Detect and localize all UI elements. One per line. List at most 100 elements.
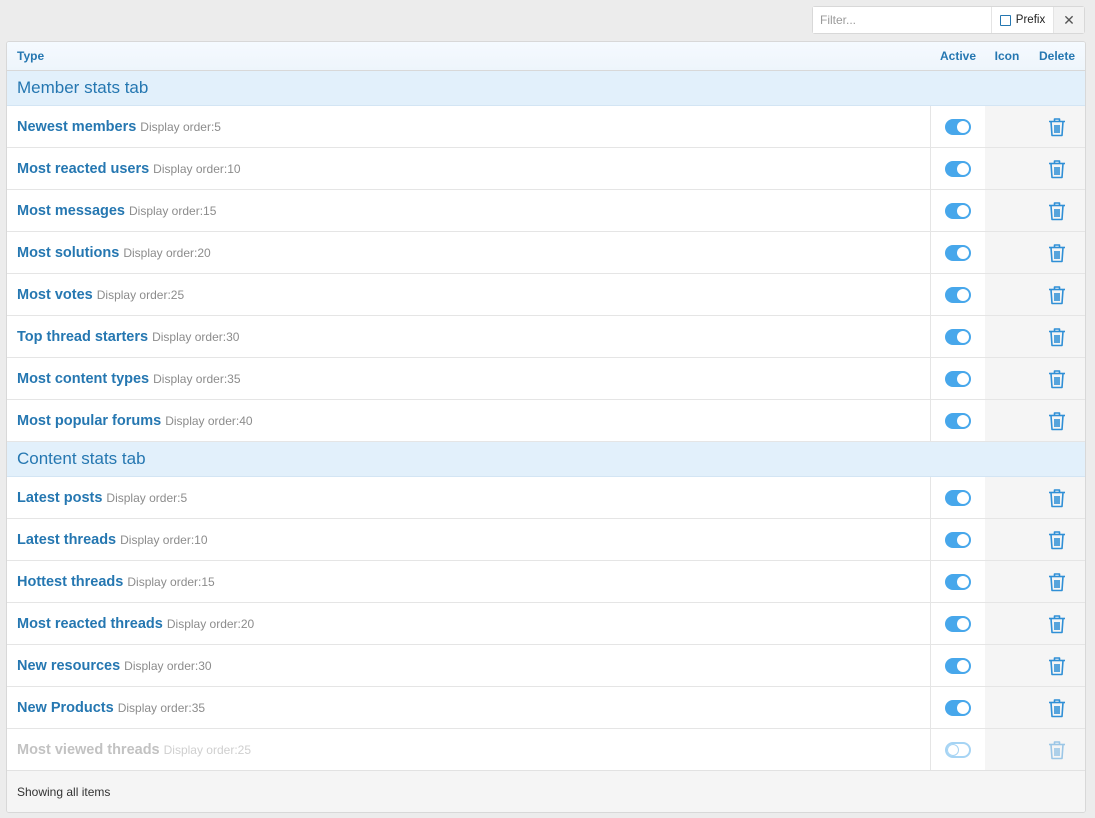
row-icon-cell xyxy=(985,687,1029,728)
table-row: Most reacted threads Display order:20 xyxy=(7,603,1085,645)
active-toggle[interactable] xyxy=(945,699,971,716)
active-toggle[interactable] xyxy=(945,412,971,429)
stats-table-panel: Type Active Icon Delete Member stats tab… xyxy=(6,41,1086,813)
active-toggle[interactable] xyxy=(945,489,971,506)
row-type-cell: Most votes Display order:25 xyxy=(7,274,931,315)
row-type-cell: Most reacted threads Display order:20 xyxy=(7,603,931,644)
row-title-link[interactable]: Most reacted threads xyxy=(17,616,163,632)
row-display-order: Display order:5 xyxy=(140,119,221,134)
row-active-cell xyxy=(931,729,985,770)
active-toggle[interactable] xyxy=(945,657,971,674)
active-toggle[interactable] xyxy=(945,615,971,632)
row-active-cell xyxy=(931,603,985,644)
active-toggle[interactable] xyxy=(945,573,971,590)
group-header: Content stats tab xyxy=(7,442,1085,477)
active-toggle[interactable] xyxy=(945,244,971,261)
trash-icon xyxy=(1048,530,1066,550)
row-active-cell xyxy=(931,316,985,357)
row-icon-cell xyxy=(985,358,1029,399)
row-icon-cell xyxy=(985,729,1029,770)
row-icon-cell xyxy=(985,561,1029,602)
table-row: New resources Display order:30 xyxy=(7,645,1085,687)
row-icon-cell xyxy=(985,148,1029,189)
delete-button[interactable] xyxy=(1029,477,1085,518)
table-row: Newest members Display order:5 xyxy=(7,106,1085,148)
filter-input[interactable] xyxy=(813,7,992,33)
row-title-link[interactable]: Newest members xyxy=(17,119,136,135)
trash-icon xyxy=(1048,411,1066,431)
row-display-order: Display order:35 xyxy=(153,371,241,386)
delete-button[interactable] xyxy=(1029,729,1085,770)
row-active-cell xyxy=(931,148,985,189)
delete-button[interactable] xyxy=(1029,106,1085,147)
table-row: Most reacted users Display order:10 xyxy=(7,148,1085,190)
row-title-link[interactable]: Most votes xyxy=(17,287,93,303)
row-type-cell: New Products Display order:35 xyxy=(7,687,931,728)
active-toggle[interactable] xyxy=(945,202,971,219)
row-display-order: Display order:10 xyxy=(153,161,241,176)
active-toggle[interactable] xyxy=(945,741,971,758)
table-row: Most solutions Display order:20 xyxy=(7,232,1085,274)
delete-button[interactable] xyxy=(1029,603,1085,644)
row-title-link[interactable]: New Products xyxy=(17,700,114,716)
trash-icon xyxy=(1048,201,1066,221)
delete-button[interactable] xyxy=(1029,358,1085,399)
delete-button[interactable] xyxy=(1029,148,1085,189)
delete-button[interactable] xyxy=(1029,561,1085,602)
clear-filter-button[interactable]: ✕ xyxy=(1054,7,1084,33)
trash-icon xyxy=(1048,159,1066,179)
delete-button[interactable] xyxy=(1029,274,1085,315)
active-toggle[interactable] xyxy=(945,160,971,177)
row-display-order: Display order:30 xyxy=(124,658,212,673)
row-active-cell xyxy=(931,274,985,315)
row-type-cell: Top thread starters Display order:30 xyxy=(7,316,931,357)
trash-icon xyxy=(1048,656,1066,676)
trash-icon xyxy=(1048,740,1066,760)
group-header: Member stats tab xyxy=(7,71,1085,106)
row-display-order: Display order:5 xyxy=(106,490,188,505)
row-display-order: Display order:20 xyxy=(166,616,255,631)
row-title-link[interactable]: Most popular forums xyxy=(17,413,161,429)
delete-button[interactable] xyxy=(1029,190,1085,231)
active-toggle[interactable] xyxy=(945,118,971,135)
row-active-cell xyxy=(931,645,985,686)
row-type-cell: Most popular forums Display order:40 xyxy=(7,400,931,441)
row-icon-cell xyxy=(985,519,1029,560)
header-delete: Delete xyxy=(1038,49,1076,63)
row-title-link[interactable]: Most viewed threads xyxy=(17,742,160,758)
active-toggle[interactable] xyxy=(945,328,971,345)
trash-icon xyxy=(1048,614,1066,634)
row-title-link[interactable]: Latest threads xyxy=(17,532,116,548)
row-icon-cell xyxy=(985,400,1029,441)
row-title-link[interactable]: New resources xyxy=(17,658,120,674)
delete-button[interactable] xyxy=(1029,519,1085,560)
delete-button[interactable] xyxy=(1029,400,1085,441)
table-body: Member stats tab Newest members Display … xyxy=(7,71,1085,771)
row-type-cell: Hottest threads Display order:15 xyxy=(7,561,931,602)
row-title-link[interactable]: Most messages xyxy=(17,203,125,219)
row-title-link[interactable]: Top thread starters xyxy=(17,329,148,345)
close-icon: ✕ xyxy=(1063,11,1075,28)
active-toggle[interactable] xyxy=(945,531,971,548)
prefix-checkbox[interactable]: Prefix xyxy=(992,7,1054,33)
row-icon-cell xyxy=(985,603,1029,644)
row-type-cell: Latest threads Display order:10 xyxy=(7,519,931,560)
row-title-link[interactable]: Hottest threads xyxy=(17,574,123,590)
active-toggle[interactable] xyxy=(945,370,971,387)
row-type-cell: New resources Display order:30 xyxy=(7,645,931,686)
checkbox-icon[interactable] xyxy=(999,14,1011,26)
header-active: Active xyxy=(939,49,977,63)
row-title-link[interactable]: Latest posts xyxy=(17,490,102,506)
row-title-link[interactable]: Most content types xyxy=(17,371,149,387)
delete-button[interactable] xyxy=(1029,316,1085,357)
delete-button[interactable] xyxy=(1029,232,1085,273)
row-type-cell: Most solutions Display order:20 xyxy=(7,232,931,273)
active-toggle[interactable] xyxy=(945,286,971,303)
row-type-cell: Most messages Display order:15 xyxy=(7,190,931,231)
delete-button[interactable] xyxy=(1029,645,1085,686)
row-title-link[interactable]: Most solutions xyxy=(17,245,119,261)
delete-button[interactable] xyxy=(1029,687,1085,728)
row-title-link[interactable]: Most reacted users xyxy=(17,161,149,177)
row-icon-cell xyxy=(985,274,1029,315)
row-type-cell: Most reacted users Display order:10 xyxy=(7,148,931,189)
